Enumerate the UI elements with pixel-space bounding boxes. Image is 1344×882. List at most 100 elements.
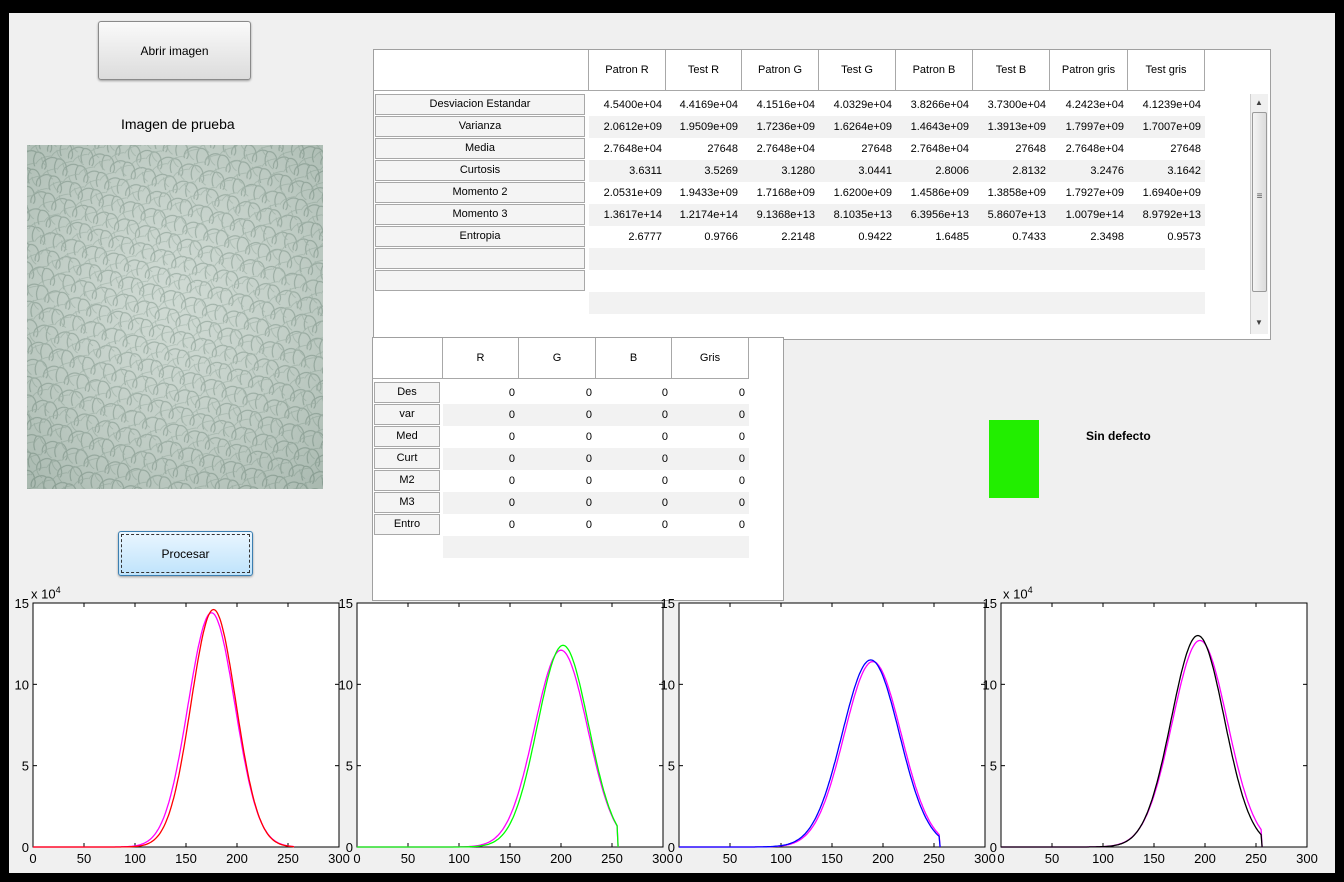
scroll-up-icon[interactable]: ▲	[1252, 98, 1266, 107]
stat-cell[interactable]: 5.8607e+13	[973, 204, 1050, 226]
stat-cell[interactable]: 0.9573	[1128, 226, 1205, 248]
diff-cell[interactable]: 0	[443, 382, 519, 404]
stat-cell[interactable]: 3.1642	[1128, 160, 1205, 182]
green-histogram-plot[interactable]: 0 50 100 150 200 250 300 0 5 10 15	[333, 591, 674, 873]
stat-cell[interactable]: 4.4169e+04	[666, 94, 742, 116]
diff-cell[interactable]: 0	[519, 470, 596, 492]
diff-cell[interactable]: 0	[519, 492, 596, 514]
stat-cell[interactable]: 8.9792e+13	[1128, 204, 1205, 226]
stat-cell[interactable]: 1.2174e+14	[666, 204, 742, 226]
stat-cell[interactable]: 2.7648e+04	[1050, 138, 1128, 160]
column-header[interactable]: Test B	[973, 50, 1050, 91]
column-header[interactable]: Test gris	[1128, 50, 1205, 91]
stat-cell[interactable]: 3.7300e+04	[973, 94, 1050, 116]
diff-cell[interactable]: 0	[672, 404, 749, 426]
stat-cell[interactable]: 3.1280	[742, 160, 819, 182]
column-header[interactable]: Patron R	[589, 50, 666, 91]
stat-cell[interactable]: 27648	[666, 138, 742, 160]
diff-cell[interactable]: 0	[519, 382, 596, 404]
column-header[interactable]: Test R	[666, 50, 742, 91]
scroll-down-icon[interactable]: ▼	[1252, 318, 1266, 327]
stat-cell[interactable]: 1.7927e+09	[1050, 182, 1128, 204]
diff-cell[interactable]: 0	[596, 470, 672, 492]
stat-cell[interactable]: 2.6777	[589, 226, 666, 248]
diff-cell[interactable]: 0	[596, 426, 672, 448]
stat-cell[interactable]: 1.4643e+09	[896, 116, 973, 138]
stat-cell[interactable]: 2.8132	[973, 160, 1050, 182]
stat-cell[interactable]: 3.2476	[1050, 160, 1128, 182]
stat-cell[interactable]: 4.1516e+04	[742, 94, 819, 116]
stat-cell[interactable]: 0.7433	[973, 226, 1050, 248]
stat-cell[interactable]: 1.7236e+09	[742, 116, 819, 138]
stat-cell[interactable]: 6.3956e+13	[896, 204, 973, 226]
stat-cell[interactable]: 1.7168e+09	[742, 182, 819, 204]
diff-cell[interactable]: 0	[519, 514, 596, 536]
process-button[interactable]: Procesar	[118, 531, 253, 576]
column-header[interactable]: Patron gris	[1050, 50, 1128, 91]
diff-cell[interactable]: 0	[672, 426, 749, 448]
diff-cell[interactable]: 0	[519, 426, 596, 448]
diff-cell[interactable]: 0	[443, 470, 519, 492]
stat-cell[interactable]: 1.6264e+09	[819, 116, 896, 138]
blue-histogram-plot[interactable]: 0 50 100 150 200 250 300 0 5 10 15	[655, 591, 996, 873]
stat-cell[interactable]: 1.0079e+14	[1050, 204, 1128, 226]
diff-cell[interactable]: 0	[596, 492, 672, 514]
stat-cell[interactable]: 3.0441	[819, 160, 896, 182]
stat-cell[interactable]: 2.0612e+09	[589, 116, 666, 138]
stat-cell[interactable]: 27648	[819, 138, 896, 160]
stat-cell[interactable]: 1.3858e+09	[973, 182, 1050, 204]
diff-cell[interactable]: 0	[672, 470, 749, 492]
diff-cell[interactable]: 0	[443, 404, 519, 426]
open-image-button[interactable]: Abrir imagen	[98, 21, 251, 80]
stat-cell[interactable]: 1.3913e+09	[973, 116, 1050, 138]
vertical-scrollbar[interactable]: ▲ ≡ ▼	[1250, 94, 1268, 334]
column-header[interactable]: Patron G	[742, 50, 819, 91]
stat-cell[interactable]: 27648	[1128, 138, 1205, 160]
stat-cell[interactable]: 1.9433e+09	[666, 182, 742, 204]
column-header[interactable]: Test G	[819, 50, 896, 91]
gray-histogram-plot[interactable]: 0 50 100 150 200 250 300 0 5 10 15	[977, 591, 1318, 873]
stat-cell[interactable]: 2.2148	[742, 226, 819, 248]
stat-cell[interactable]: 1.7007e+09	[1128, 116, 1205, 138]
diff-cell[interactable]: 0	[519, 404, 596, 426]
column-header[interactable]: Patron B	[896, 50, 973, 91]
diff-cell[interactable]: 0	[672, 492, 749, 514]
stat-cell[interactable]: 1.4586e+09	[896, 182, 973, 204]
stat-cell[interactable]: 1.6485	[896, 226, 973, 248]
diff-cell[interactable]: 0	[519, 448, 596, 470]
diff-cell[interactable]: 0	[672, 514, 749, 536]
stat-cell[interactable]: 1.9509e+09	[666, 116, 742, 138]
diff-cell[interactable]: 0	[672, 448, 749, 470]
stat-cell[interactable]: 4.5400e+04	[589, 94, 666, 116]
diff-cell[interactable]: 0	[672, 382, 749, 404]
stat-cell[interactable]: 1.3617e+14	[589, 204, 666, 226]
stat-cell[interactable]: 2.7648e+04	[896, 138, 973, 160]
diff-cell[interactable]: 0	[596, 404, 672, 426]
stat-cell[interactable]: 4.0329e+04	[819, 94, 896, 116]
stat-cell[interactable]: 0.9422	[819, 226, 896, 248]
stat-cell[interactable]: 2.3498	[1050, 226, 1128, 248]
stat-cell[interactable]: 9.1368e+13	[742, 204, 819, 226]
column-header[interactable]: G	[519, 338, 596, 379]
stat-cell[interactable]: 3.8266e+04	[896, 94, 973, 116]
stat-cell[interactable]: 8.1035e+13	[819, 204, 896, 226]
stat-cell[interactable]: 1.6940e+09	[1128, 182, 1205, 204]
stat-cell[interactable]: 27648	[973, 138, 1050, 160]
stat-cell[interactable]: 4.1239e+04	[1128, 94, 1205, 116]
stat-cell[interactable]: 4.2423e+04	[1050, 94, 1128, 116]
stat-cell[interactable]: 2.7648e+04	[742, 138, 819, 160]
stat-cell[interactable]: 1.7997e+09	[1050, 116, 1128, 138]
diff-cell[interactable]: 0	[443, 492, 519, 514]
scroll-thumb[interactable]: ≡	[1252, 112, 1267, 292]
stats-table[interactable]: Patron R Test R Patron G Test G Patron B…	[373, 49, 1271, 340]
red-histogram-plot[interactable]: 0 50 100 150 200 250 300 0 5 10 15	[9, 591, 350, 873]
diff-cell[interactable]: 0	[443, 448, 519, 470]
stat-cell[interactable]: 2.0531e+09	[589, 182, 666, 204]
column-header[interactable]: R	[443, 338, 519, 379]
stat-cell[interactable]: 3.6311	[589, 160, 666, 182]
diff-cell[interactable]: 0	[443, 426, 519, 448]
column-header[interactable]: B	[596, 338, 672, 379]
diff-cell[interactable]: 0	[596, 448, 672, 470]
diff-cell[interactable]: 0	[443, 514, 519, 536]
column-header[interactable]: Gris	[672, 338, 749, 379]
